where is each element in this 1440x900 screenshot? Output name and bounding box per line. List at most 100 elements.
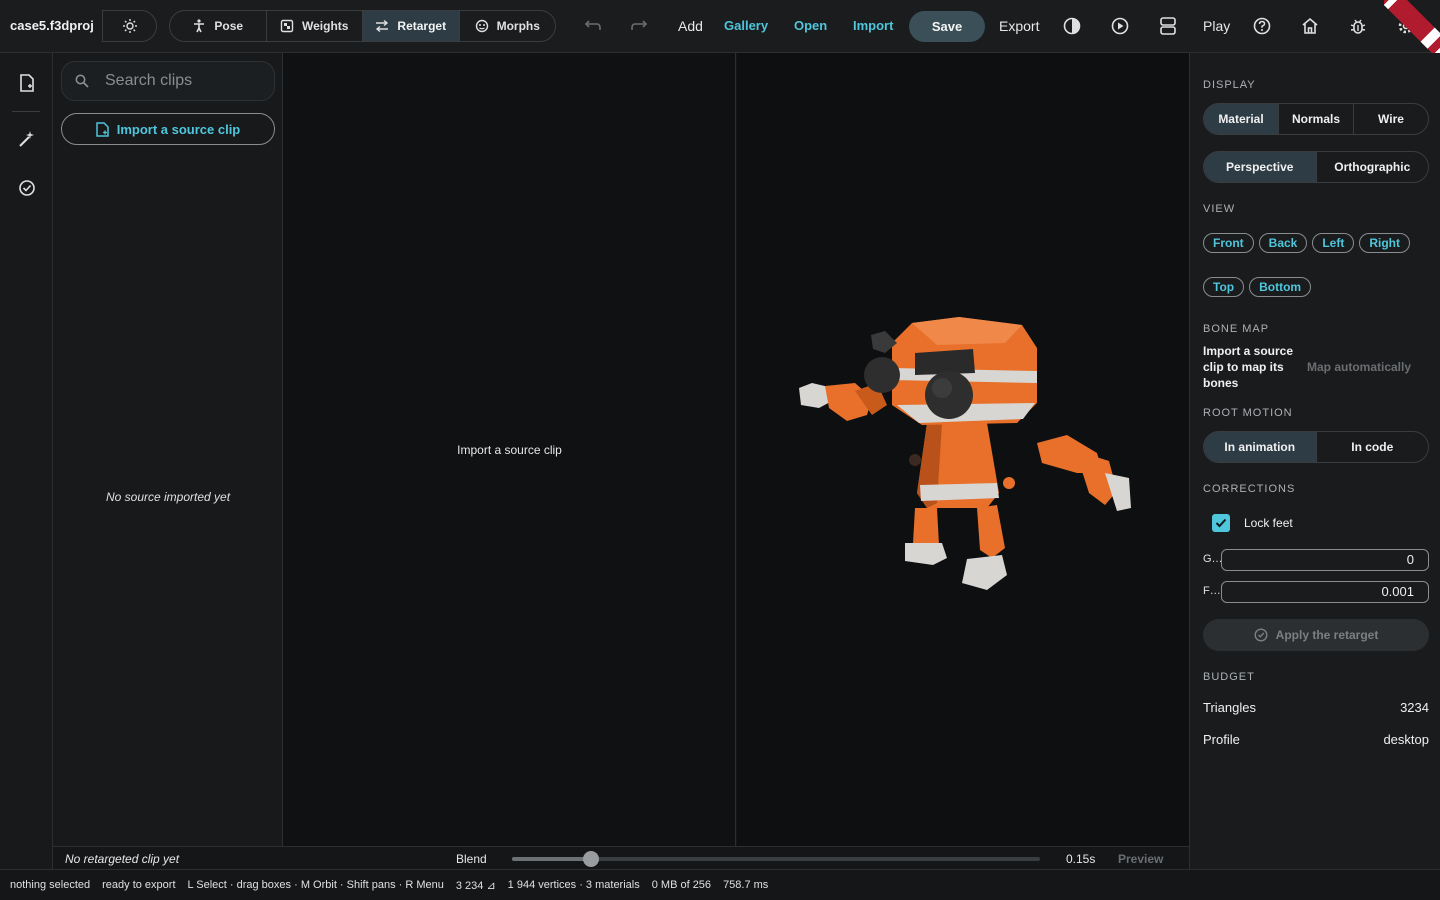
blend-slider[interactable] [512,851,1040,867]
profile-row: Profile desktop [1203,732,1429,747]
import-source-clip-label: Import a source clip [116,121,241,137]
export-button[interactable]: Export [999,18,1039,34]
time-readout: 0.15s [1066,852,1096,866]
help-button[interactable] [1250,14,1274,38]
root-motion-section-title: ROOT MOTION [1203,407,1293,419]
projection-orthographic-button[interactable]: Orthographic [1317,152,1429,182]
mode-morphs-label: Morphs [496,19,540,33]
left-rail [0,53,53,869]
gallery-button[interactable]: Gallery [724,18,768,33]
home-button[interactable] [1298,14,1322,38]
apply-retarget-button[interactable]: Apply the retarget [1203,619,1429,651]
magic-wand-icon [19,131,34,147]
import-prompt: Import a source clip [457,443,562,457]
play-circle-button[interactable] [1108,14,1132,38]
redo-icon [631,20,648,30]
g-field-label: G… [1203,553,1223,565]
layout-icon [1160,17,1176,35]
layout-button[interactable] [1156,14,1180,38]
mode-weights-button[interactable]: Weights [267,11,363,41]
view-chips-row-2: Top Bottom [1203,277,1312,297]
file-add-icon [95,121,109,137]
shading-normals-button[interactable]: Normals [1279,104,1354,134]
contrast-icon [1063,17,1081,35]
triangles-value: 3234 [1400,700,1429,715]
clip-panel: Import a source clip No source imported … [53,53,283,846]
view-left-button[interactable]: Left [1312,233,1355,253]
mode-retarget-label: Retarget [397,19,447,33]
rail-magic-button[interactable] [15,127,39,151]
file-icon [20,74,34,92]
bone-map-section-title: BONE MAP [1203,323,1270,335]
preview-button[interactable]: Preview [1118,852,1163,866]
rail-divider [12,111,40,112]
shading-wire-button[interactable]: Wire [1354,104,1428,134]
clip-empty-note: No source imported yet [105,490,231,504]
projection-segment: Perspective Orthographic [1203,151,1429,183]
mode-pose-label: Pose [214,19,244,33]
memory-usage: 0 MB of 256 [651,879,712,891]
blend-label: Blend [456,852,487,866]
morphs-icon [475,19,488,33]
check-circle-icon [19,180,35,196]
view-chips-row-1: Front Back Left Right [1203,233,1410,253]
contrast-button[interactable] [1060,14,1084,38]
add-button[interactable]: Add [678,18,703,34]
g-field-input[interactable]: 0 [1221,549,1429,571]
import-button[interactable]: Import [853,18,893,33]
play-button[interactable]: Play [1203,18,1230,34]
redo-button[interactable] [628,14,652,38]
mode-weights-label: Weights [302,19,349,33]
sun-icon [122,19,137,33]
import-source-clip-button[interactable]: Import a source clip [61,113,275,145]
root-motion-in-animation-button[interactable]: In animation [1204,432,1317,462]
debug-button[interactable] [1346,14,1370,38]
triangles-row: Triangles 3234 [1203,700,1429,715]
rail-files-button[interactable] [15,71,39,95]
root-motion-segment: In animation In code [1203,431,1429,463]
view-front-button[interactable]: Front [1203,233,1254,253]
status-bar: nothing selected ready to export L Selec… [0,869,1440,900]
mode-retarget-button[interactable]: Retarget [363,11,460,41]
view-right-button[interactable]: Right [1359,233,1410,253]
mode-switcher: Pose Weights Retarget Morphs [169,10,556,42]
map-automatically-button[interactable]: Map automatically [1307,360,1411,374]
blend-slider-thumb[interactable] [583,851,600,867]
home-icon [1302,17,1318,34]
theme-toggle-button[interactable] [102,10,157,42]
inspector-panel: DISPLAY Material Normals Wire Perspectiv… [1189,53,1440,869]
check-circle-icon [1254,628,1268,642]
open-button[interactable]: Open [794,18,827,33]
shading-material-button[interactable]: Material [1204,104,1279,134]
frame-time: 758.7 ms [723,879,769,891]
f-field-row: F… 0.001 [1203,581,1429,603]
source-clip-panel: Import a source clip [283,53,736,846]
debug-ribbon [1384,0,1440,56]
bone-map-hint: Import a source clip to map its bones [1203,344,1294,390]
apply-retarget-label: Apply the retarget [1275,628,1379,642]
view-back-button[interactable]: Back [1258,233,1308,253]
pose-icon [194,19,205,33]
3d-viewport[interactable] [737,53,1189,846]
save-button[interactable]: Save [909,11,985,42]
undo-button[interactable] [580,14,604,38]
search-input[interactable] [105,72,265,90]
rail-validate-button[interactable] [15,176,39,200]
root-motion-in-code-button[interactable]: In code [1317,432,1429,462]
f-field-input[interactable]: 0.001 [1221,581,1429,603]
checkmark-icon [1215,518,1227,528]
mode-pose-button[interactable]: Pose [170,11,267,41]
corrections-section-title: CORRECTIONS [1203,483,1296,495]
projection-perspective-button[interactable]: Perspective [1204,152,1317,182]
search-icon [75,74,89,88]
bug-icon [1350,19,1366,34]
triangle-count: 3 234 ⊿ [455,879,496,892]
triangles-label: Triangles [1203,700,1256,715]
play-circle-icon [1111,17,1129,35]
timeline-bar: No retargeted clip yet Blend 0.15s Previ… [53,846,1189,869]
mode-morphs-button[interactable]: Morphs [460,11,556,41]
view-bottom-button[interactable]: Bottom [1249,277,1312,297]
weights-icon [280,19,294,33]
lock-feet-checkbox[interactable] [1212,514,1230,532]
view-top-button[interactable]: Top [1203,277,1245,297]
